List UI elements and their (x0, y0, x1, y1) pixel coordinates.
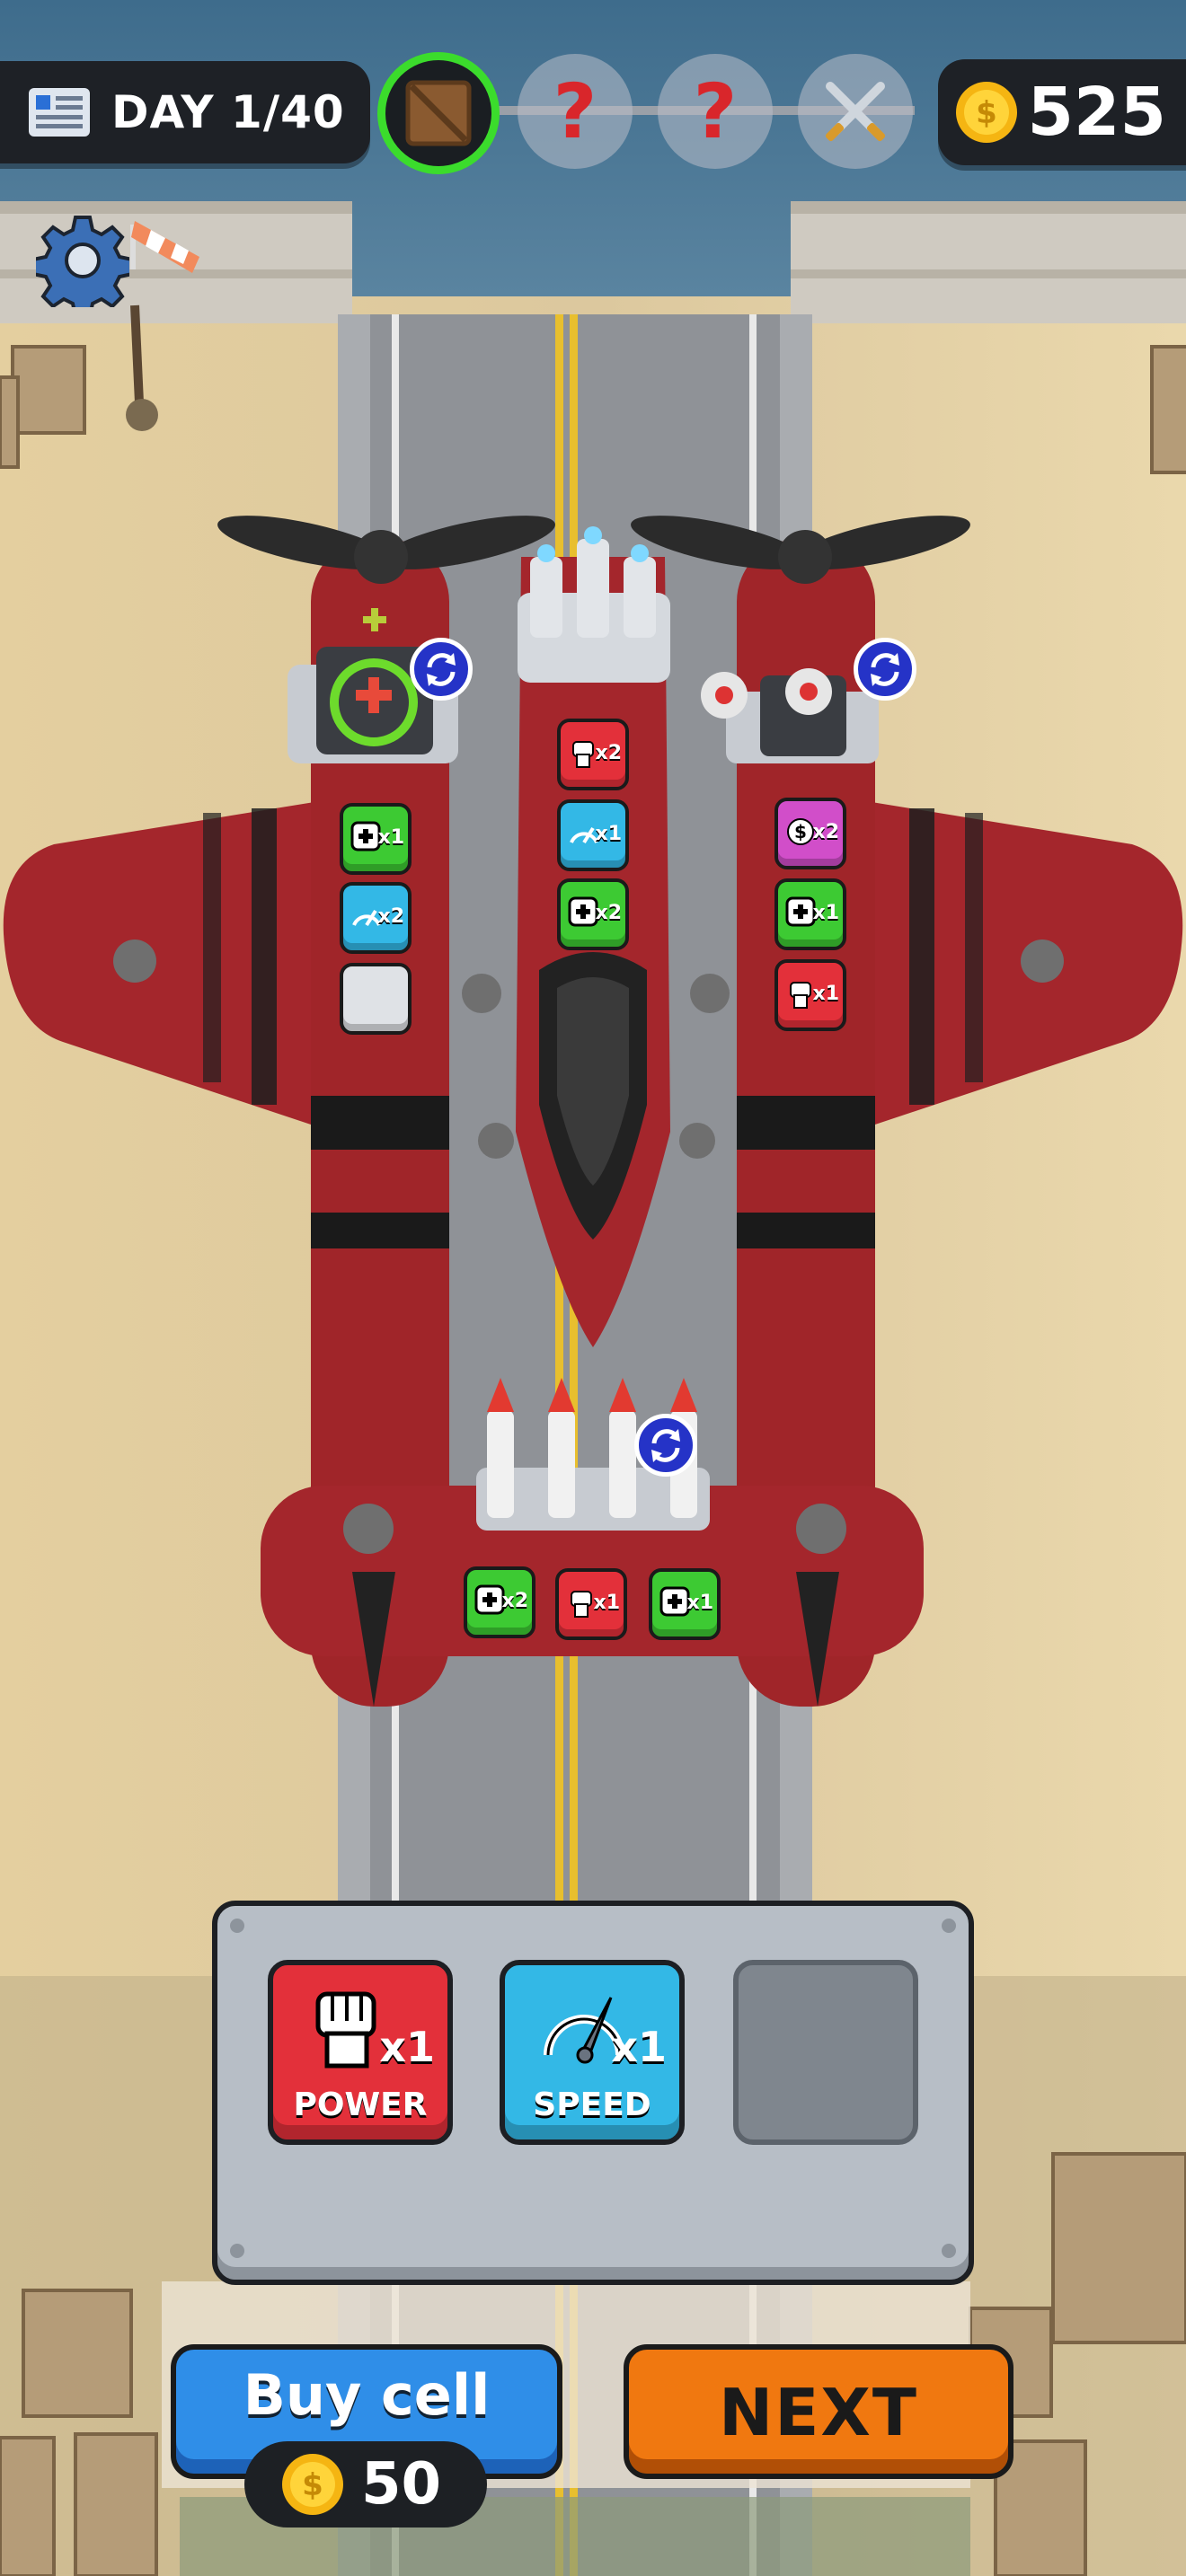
panel-screw (230, 1919, 244, 1933)
cell-multiplier: x1 (812, 983, 840, 1005)
swap-button-left[interactable] (410, 638, 473, 701)
coin-icon: $ (282, 2454, 343, 2515)
day-label: DAY 1/40 (111, 86, 345, 138)
cell-center-2[interactable]: x1 (557, 799, 629, 871)
refresh-icon (871, 653, 899, 686)
cell-multiplier: x1 (377, 826, 405, 849)
progress-node-crate (377, 52, 500, 174)
cell-left-3-empty[interactable] (340, 963, 412, 1035)
crate (1051, 2152, 1186, 2344)
coin-icon: $ (956, 82, 1017, 143)
cell-tail-3[interactable]: x1 (649, 1568, 721, 1640)
panel-screw (230, 2244, 244, 2258)
cell-tail-1[interactable]: x2 (464, 1566, 535, 1638)
cell-left-1[interactable]: x1 (340, 803, 412, 875)
cell-center-1[interactable]: x2 (557, 719, 629, 790)
crossed-swords-icon (825, 82, 886, 142)
svg-text:$: $ (794, 821, 807, 842)
question-mark: ? (553, 67, 597, 155)
slot-label: POWER (293, 2086, 428, 2123)
inventory-slot-empty[interactable] (733, 1960, 918, 2145)
swap-button-tail[interactable] (634, 1414, 697, 1477)
fist-icon (315, 1991, 376, 2069)
panel-screw (942, 2244, 956, 2258)
panel-screw (942, 1919, 956, 1933)
crate (11, 345, 86, 435)
inventory-slot-power[interactable]: x1 POWER (268, 1960, 453, 2145)
cell-multiplier: x2 (595, 742, 623, 764)
progress-node-unknown-2: ? (658, 54, 773, 169)
slot-multiplier: x1 (611, 2023, 667, 2071)
cell-left-2[interactable]: x2 (340, 882, 412, 954)
day-counter: DAY 1/40 (0, 61, 370, 163)
cell-inventory-panel: x1 POWER x1 SPEED (212, 1901, 974, 2285)
swap-button-right[interactable] (854, 638, 916, 701)
svg-text:$: $ (302, 2467, 323, 2503)
cell-multiplier: x2 (595, 902, 623, 924)
tesla-turret (518, 526, 670, 683)
slot-label: SPEED (533, 2086, 651, 2123)
cell-multiplier: x1 (812, 902, 840, 924)
cell-right-1[interactable]: $ x2 (774, 798, 846, 869)
cell-multiplier: x1 (593, 1592, 621, 1614)
refresh-icon (651, 1429, 680, 1462)
cell-center-3[interactable]: x2 (557, 878, 629, 950)
cell-right-3[interactable]: x1 (774, 959, 846, 1031)
gear-icon (31, 216, 134, 318)
cell-multiplier: x2 (377, 905, 405, 928)
cell-multiplier: x1 (686, 1592, 714, 1614)
settings-button[interactable] (31, 214, 134, 318)
inventory-slot-speed[interactable]: x1 SPEED (500, 1960, 685, 2145)
question-mark: ? (693, 67, 738, 155)
cell-multiplier: x2 (812, 821, 840, 843)
next-button[interactable]: NEXT (624, 2344, 1013, 2479)
cell-tail-2[interactable]: x1 (555, 1568, 627, 1640)
cell-right-2[interactable]: x1 (774, 878, 846, 950)
next-label: NEXT (718, 2375, 919, 2450)
svg-text:$: $ (976, 95, 997, 131)
buy-cell-price: $ 50 (244, 2441, 487, 2527)
crate-icon (405, 80, 472, 146)
coin-counter: $ 525 (938, 59, 1186, 165)
coin-amount: 525 (1027, 74, 1166, 151)
progress-node-battle (798, 54, 913, 169)
cell-multiplier: x1 (595, 823, 623, 845)
price-amount: 50 (361, 2451, 442, 2518)
refresh-icon (427, 653, 456, 686)
newspaper-icon (29, 88, 90, 137)
airplane (3, 516, 1183, 1707)
progress-node-unknown-1: ? (518, 54, 633, 169)
seawall-right (791, 201, 1186, 323)
buy-cell-label: Buy cell (243, 2362, 491, 2428)
slot-multiplier: x1 (379, 2023, 435, 2071)
cell-multiplier: x2 (501, 1590, 529, 1612)
